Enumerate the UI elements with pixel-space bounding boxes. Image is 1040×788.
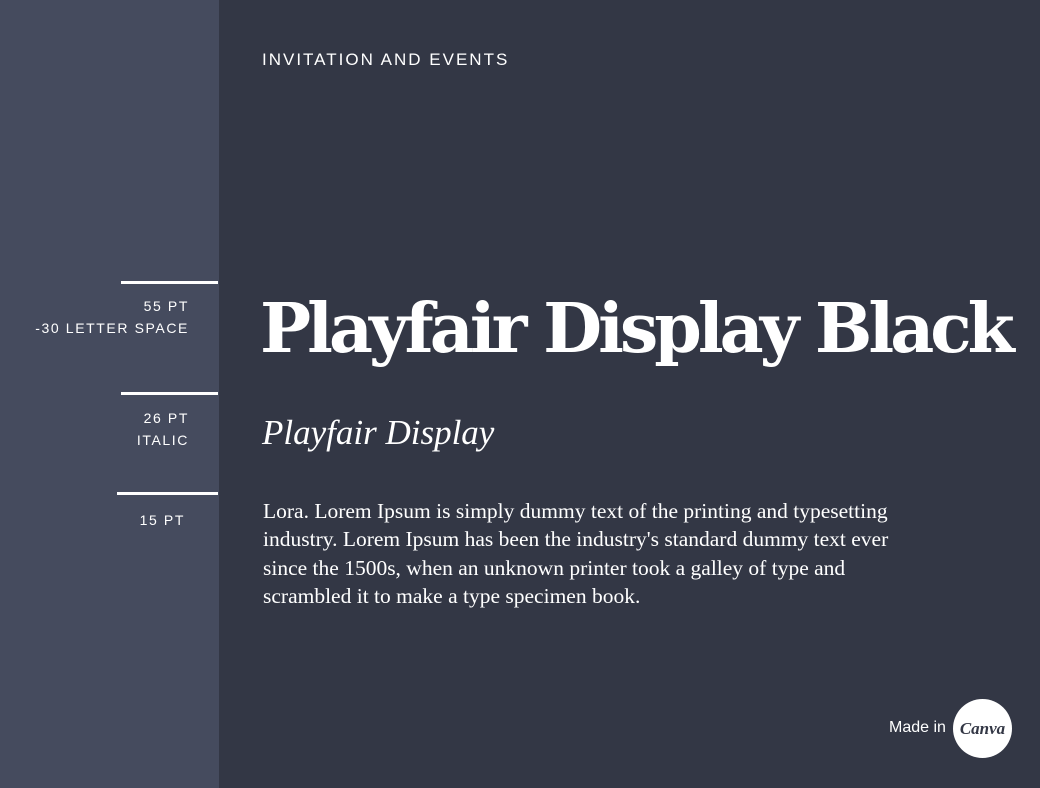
body-line-1: Lora. Lorem Ipsum is simply dummy text o…	[263, 499, 888, 523]
spec-label-body: 15 PT	[140, 509, 185, 531]
body-text-sample: Lora. Lorem Ipsum is simply dummy text o…	[263, 497, 983, 610]
spec-divider-1	[121, 281, 218, 284]
made-in-label: Made in	[889, 719, 946, 736]
spec-size-subheading: 26 PT	[143, 410, 189, 426]
spec-size-heading: 55 PT	[143, 298, 189, 314]
canva-logo[interactable]: Canva	[953, 699, 1012, 758]
spec-label-heading: 55 PT -30 LETTER SPACE	[35, 295, 189, 339]
spec-divider-2	[121, 392, 218, 395]
display-black-sample: Playfair Display Black	[260, 289, 1015, 369]
type-specimen-page: INVITATION AND EVENTS 55 PT -30 LETTER S…	[0, 0, 1040, 788]
display-italic-sample: Playfair Display	[262, 413, 495, 452]
spec-style-subheading: ITALIC	[136, 432, 189, 448]
body-line-3: since the 1500s, when an unknown printer…	[263, 555, 846, 580]
spec-label-subheading: 26 PT ITALIC	[137, 407, 189, 451]
spec-size-body: 15 PT	[139, 512, 185, 528]
spec-spacing-heading: -30 LETTER SPACE	[35, 320, 189, 336]
body-line-2: industry. Lorem Ipsum has been the indus…	[263, 527, 889, 552]
body-line-4: scrambled it to make a type specimen boo…	[263, 583, 641, 608]
category-label: INVITATION AND EVENTS	[262, 50, 510, 69]
spec-divider-3	[117, 492, 218, 495]
